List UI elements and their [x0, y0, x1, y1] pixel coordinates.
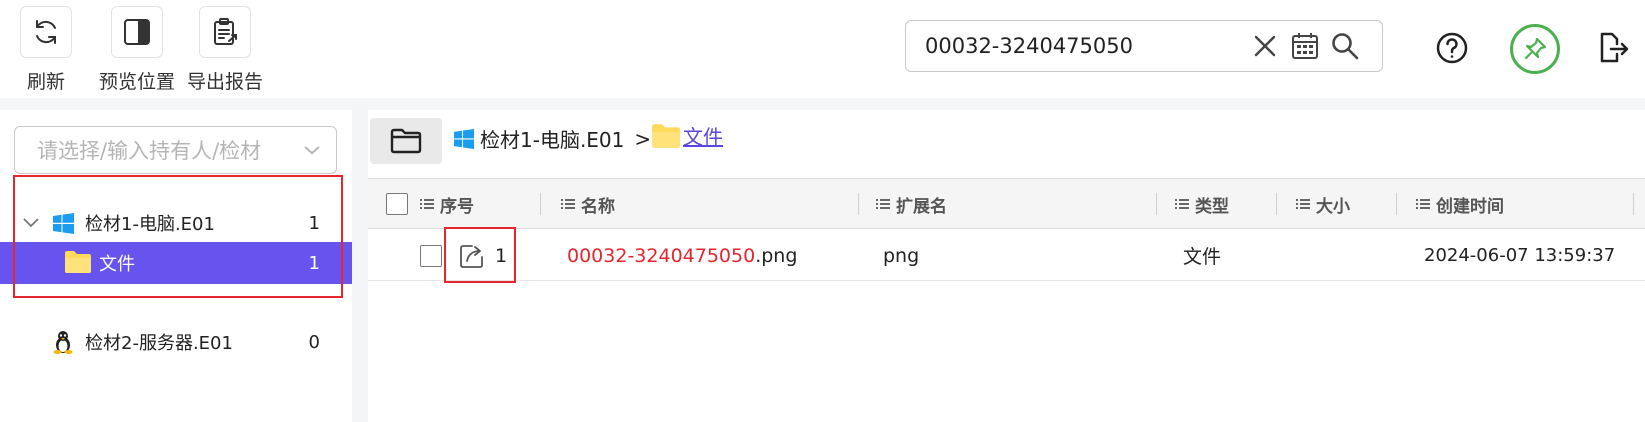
column-header-created-time[interactable]: 创建时间: [1416, 179, 1504, 229]
breadcrumb-current[interactable]: 文件: [651, 121, 723, 150]
list-icon: [1175, 199, 1189, 209]
breadcrumb-separator: >: [634, 126, 652, 151]
logout-icon[interactable]: [1590, 25, 1636, 71]
list-icon: [561, 199, 575, 209]
pin-status-icon[interactable]: [1510, 24, 1560, 74]
refresh-button[interactable]: 刷新: [20, 6, 72, 94]
owner-select-placeholder: 请选择/输入持有人/检材: [37, 139, 262, 163]
row-checkbox[interactable]: [420, 245, 442, 267]
file-table: 序号 名称 扩展名 类型 大小 创建时间 1 00032-3240475050 …: [368, 178, 1645, 422]
chevron-down-icon[interactable]: [22, 213, 40, 234]
list-icon: [420, 199, 434, 209]
preview-panel-icon: [111, 6, 163, 58]
file-list-panel: 检材1-电脑.E01 > 文件 序号 名称 扩展名 类型 大小 创建时间 1 0…: [368, 110, 1645, 422]
tree-item-count: 1: [308, 252, 320, 274]
row-extension: png: [883, 244, 920, 267]
folder-outline-icon: [390, 128, 422, 154]
column-divider[interactable]: [540, 193, 541, 215]
select-all-checkbox[interactable]: [386, 193, 408, 215]
search-icon[interactable]: [1325, 26, 1365, 66]
list-icon: [1416, 199, 1430, 209]
tree-item-label: 检材2-服务器.E01: [85, 333, 233, 354]
search-input[interactable]: [923, 33, 1245, 59]
table-header: 序号 名称 扩展名 类型 大小 创建时间: [368, 179, 1645, 229]
toolbar-divider: [0, 98, 1645, 110]
folder-icon: [651, 123, 681, 149]
row-name[interactable]: 00032-3240475050 .png: [567, 230, 797, 281]
list-icon: [876, 199, 890, 209]
column-divider[interactable]: [1276, 193, 1277, 215]
row-name-match: 00032-3240475050: [567, 244, 756, 267]
refresh-icon: [20, 6, 72, 58]
column-header-size[interactable]: 大小: [1296, 179, 1350, 229]
open-external-icon[interactable]: [458, 230, 486, 281]
tree-item-evidence-1[interactable]: 检材1-电脑.E01 1: [0, 202, 352, 244]
column-header-name[interactable]: 名称: [561, 179, 615, 229]
list-icon: [1296, 199, 1310, 209]
column-header-type[interactable]: 类型: [1175, 179, 1229, 229]
tree-item-evidence-2[interactable]: 检材2-服务器.E01 0: [0, 321, 352, 363]
help-icon[interactable]: [1429, 25, 1475, 71]
clipboard-export-icon: [199, 6, 251, 58]
chevron-down-icon: [303, 141, 321, 160]
row-type: 文件: [1183, 246, 1222, 268]
linux-icon: [52, 330, 74, 359]
calendar-icon[interactable]: [1285, 26, 1325, 66]
tree-item-label: 文件: [99, 254, 135, 275]
clear-icon[interactable]: [1245, 26, 1285, 66]
folder-icon: [64, 250, 92, 279]
row-index: 1: [495, 244, 508, 267]
row-name-suffix: .png: [755, 244, 798, 267]
refresh-label: 刷新: [26, 71, 65, 93]
export-report-label: 导出报告: [187, 71, 264, 93]
evidence-sidebar: 请选择/输入持有人/检材 检材1-电脑.E01 1 文件 1 检材2-服务器.E…: [0, 110, 352, 422]
tree-item-label: 检材1-电脑.E01: [85, 214, 215, 235]
column-divider[interactable]: [1633, 193, 1634, 215]
row-created-time: 2024-06-07 13:59:37: [1424, 245, 1616, 266]
preview-location-label: 预览位置: [99, 71, 176, 93]
windows-icon: [53, 213, 74, 239]
column-header-extension[interactable]: 扩展名: [876, 179, 947, 229]
search-box: [905, 20, 1383, 72]
tree-item-files[interactable]: 文件 1: [0, 242, 352, 284]
top-toolbar: 刷新 预览位置 导出报告: [0, 0, 1645, 98]
preview-location-button[interactable]: 预览位置: [99, 6, 175, 94]
tree-item-count: 0: [308, 331, 320, 353]
export-report-button[interactable]: 导出报告: [187, 6, 263, 94]
table-row[interactable]: 1 00032-3240475050 .png png 文件 2024-06-07…: [368, 230, 1645, 281]
column-divider[interactable]: [858, 193, 859, 215]
breadcrumb-root-label: 检材1-电脑.E01: [480, 128, 625, 152]
breadcrumb-root[interactable]: 检材1-电脑.E01 >: [454, 124, 661, 153]
breadcrumb-current-label[interactable]: 文件: [683, 121, 723, 150]
sidebar-splitter[interactable]: [352, 110, 368, 422]
breadcrumb: 检材1-电脑.E01 > 文件: [368, 110, 1645, 170]
tree-item-count: 1: [308, 212, 320, 234]
column-header-index[interactable]: 序号: [420, 179, 474, 229]
column-divider[interactable]: [1396, 193, 1397, 215]
owner-select[interactable]: 请选择/输入持有人/检材: [14, 126, 337, 174]
open-folder-button[interactable]: [370, 118, 442, 164]
column-divider[interactable]: [1156, 193, 1157, 215]
windows-icon: [454, 128, 474, 149]
